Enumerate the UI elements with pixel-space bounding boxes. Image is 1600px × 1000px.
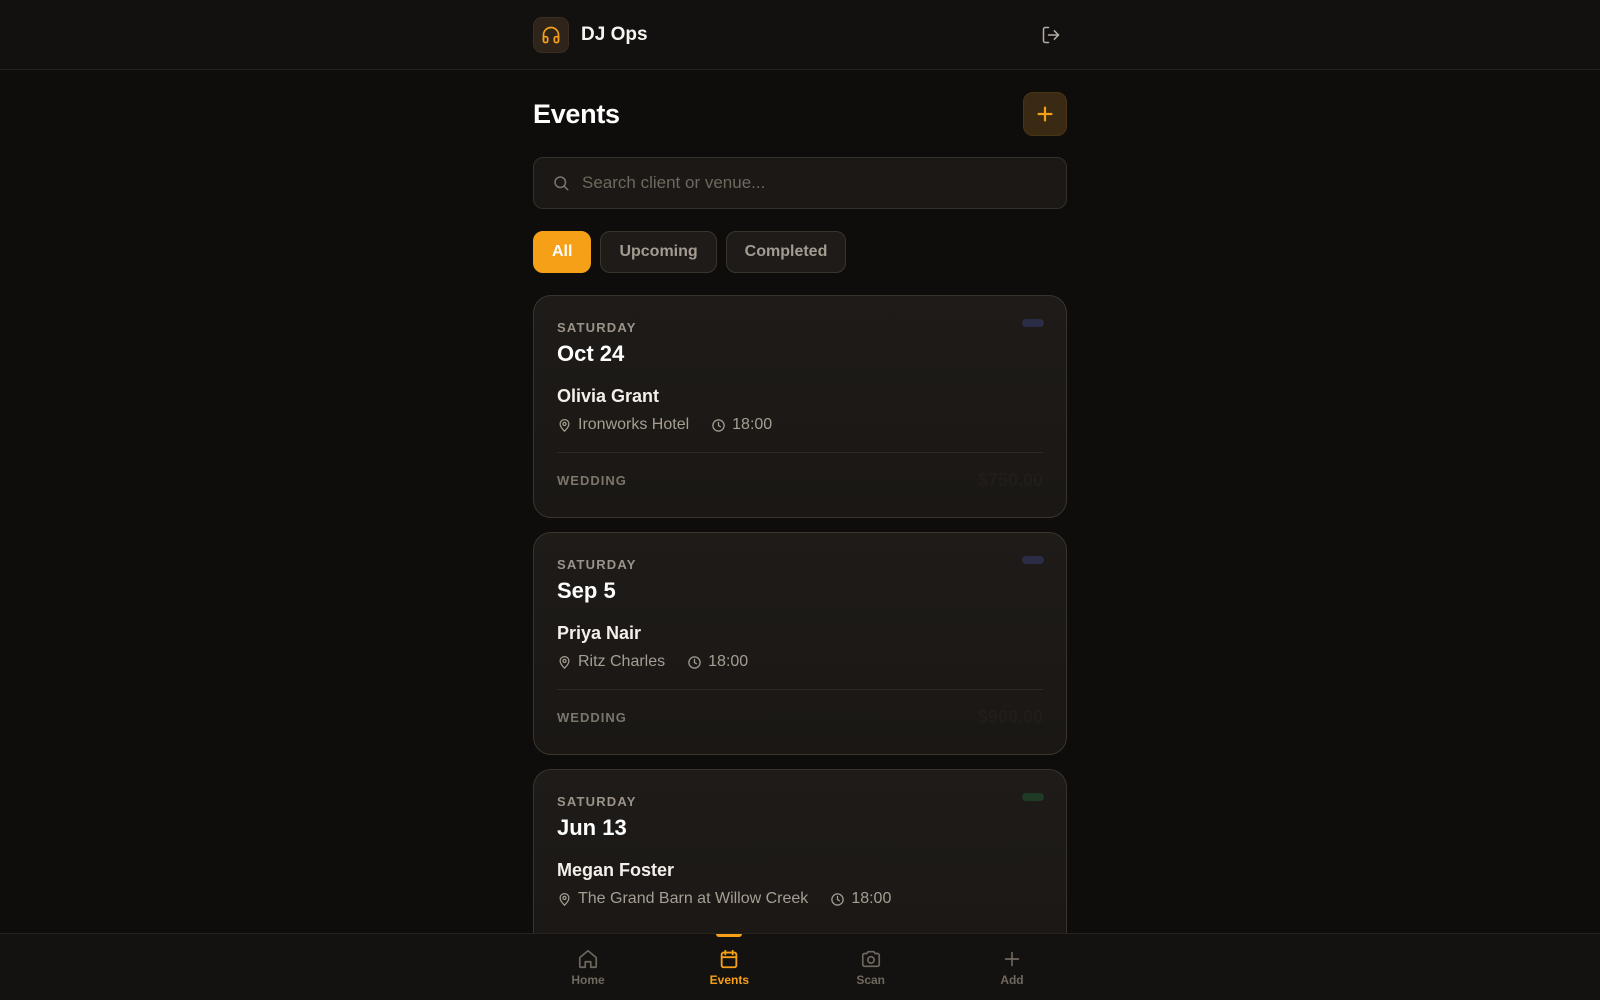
filter-completed[interactable]: Completed (725, 231, 847, 273)
event-date: Jun 13 (557, 815, 627, 840)
nav-label: Add (1000, 973, 1024, 987)
event-venue: The Grand Barn at Willow Creek (578, 890, 809, 907)
add-event-button[interactable] (1023, 92, 1067, 136)
nav-home[interactable]: Home (533, 934, 643, 1000)
nav-label: Events (709, 973, 749, 987)
camera-icon (860, 948, 882, 970)
clock-icon (830, 892, 845, 907)
logout-icon[interactable] (1035, 19, 1067, 51)
event-weekday: SATURDAY (557, 320, 637, 335)
plus-icon (1001, 948, 1023, 970)
filter-all[interactable]: All (533, 231, 592, 273)
top-bar: DJ Ops (0, 0, 1600, 70)
location-pin-icon (557, 418, 572, 433)
clock-icon (687, 655, 702, 670)
event-time: 18:00 (851, 890, 892, 907)
search-input[interactable] (582, 173, 1022, 193)
event-time: 18:00 (732, 416, 773, 433)
event-list: SATURDAY Oct 24 Olivia Grant Ironworks H… (533, 295, 1067, 992)
event-client: Megan Foster (557, 860, 675, 880)
search-bar[interactable] (533, 157, 1067, 209)
headphones-icon (533, 17, 569, 53)
event-time: 18:00 (708, 653, 749, 670)
nav-label: Scan (856, 973, 885, 987)
event-price: $750.00 (977, 469, 1043, 490)
event-venue: Ironworks Hotel (578, 416, 690, 433)
main-content: Events All Upcoming Completed SATURDAY O… (533, 70, 1067, 992)
event-type: WEDDING (557, 472, 627, 488)
nav-add[interactable]: Add (957, 934, 1067, 1000)
event-card[interactable]: SATURDAY Sep 5 Priya Nair Ritz Charles 1… (533, 532, 1067, 755)
filter-upcoming[interactable]: Upcoming (600, 231, 717, 273)
event-date: Sep 5 (557, 578, 616, 603)
location-pin-icon (557, 655, 572, 670)
event-price: $900.00 (977, 706, 1043, 727)
event-weekday: SATURDAY (557, 794, 637, 809)
calendar-icon (718, 948, 740, 970)
filter-chips: All Upcoming Completed (533, 231, 1067, 273)
plus-icon (1037, 106, 1053, 122)
search-icon (552, 174, 570, 192)
bottom-nav: Home Events Scan Add (0, 933, 1600, 1000)
location-pin-icon (557, 892, 572, 907)
nav-scan[interactable]: Scan (816, 934, 926, 1000)
event-date: Oct 24 (557, 341, 625, 366)
nav-events[interactable]: Events (674, 934, 784, 1000)
event-card[interactable]: SATURDAY Oct 24 Olivia Grant Ironworks H… (533, 295, 1067, 518)
app-title: DJ Ops (581, 24, 648, 45)
home-icon (577, 948, 599, 970)
brand: DJ Ops (533, 17, 648, 53)
event-venue: Ritz Charles (578, 653, 666, 670)
event-client: Olivia Grant (557, 386, 660, 406)
event-weekday: SATURDAY (557, 557, 637, 572)
event-type: WEDDING (557, 709, 627, 725)
status-badge (1022, 556, 1044, 564)
page-title: Events (533, 98, 620, 129)
nav-label: Home (571, 973, 605, 987)
status-badge (1022, 319, 1044, 327)
status-badge (1022, 793, 1044, 801)
event-client: Priya Nair (557, 623, 642, 643)
clock-icon (711, 418, 726, 433)
